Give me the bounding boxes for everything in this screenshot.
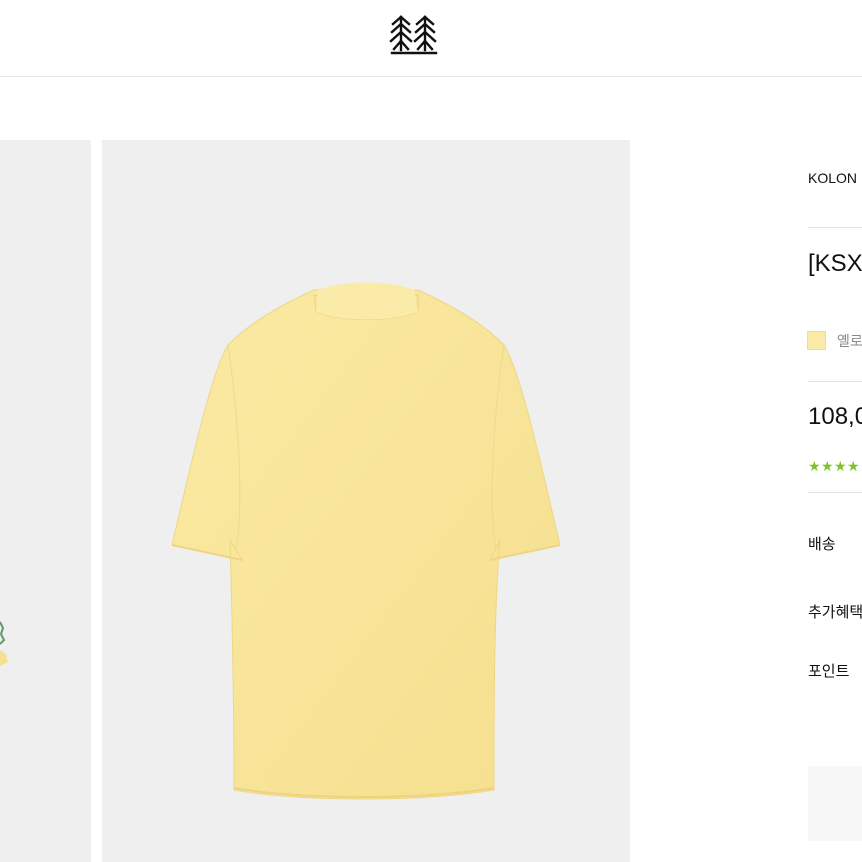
site-header (0, 0, 862, 77)
product-brand[interactable]: KOLON (808, 170, 857, 186)
star-icon: ★ (847, 459, 860, 475)
polo-shirt-back-image (171, 282, 561, 800)
points-label: 포인트 (808, 662, 850, 680)
shipping-label: 배송 (808, 535, 836, 553)
purchase-panel[interactable] (808, 766, 862, 841)
shirt-sleeve-fragment (0, 621, 8, 666)
brand-tree-logo-icon[interactable] (388, 14, 440, 56)
divider (808, 227, 862, 228)
star-icon: ★ (834, 459, 847, 475)
extra-benefit-label: 추가혜택 (808, 603, 862, 621)
divider (808, 381, 862, 382)
product-image-main[interactable] (102, 140, 630, 862)
product-image-previous[interactable] (0, 140, 91, 862)
star-icon: ★ (808, 459, 821, 475)
star-icon: ★ (821, 459, 834, 475)
product-title: [KSX (808, 250, 862, 277)
color-name: 옐로 (837, 334, 862, 350)
product-price: 108,0 (808, 403, 862, 430)
divider (808, 492, 862, 493)
rating-stars[interactable]: ★★★★ (808, 456, 860, 475)
color-swatch[interactable] (807, 331, 826, 350)
